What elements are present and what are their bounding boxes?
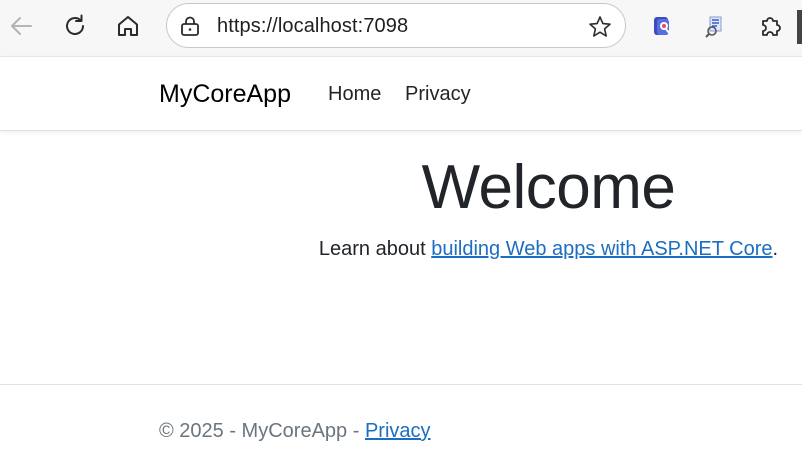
extension-icon xyxy=(654,17,671,35)
footer-copyright: © 2025 - MyCoreApp - xyxy=(159,420,365,442)
extension-icon xyxy=(705,16,722,38)
page-footer: © 2025 - MyCoreApp - Privacy xyxy=(0,384,802,452)
toolbar-overflow-edge xyxy=(797,10,802,44)
page-title: Welcome xyxy=(421,153,676,222)
home-icon xyxy=(118,16,138,36)
back-button[interactable] xyxy=(4,9,38,43)
learn-prefix: Learn about xyxy=(318,238,432,260)
nav-link-privacy[interactable]: Privacy xyxy=(405,83,471,106)
footer-text: © 2025 - MyCoreApp - Privacy xyxy=(159,420,431,443)
aspnet-docs-link[interactable]: building Web apps with ASP.NET Core xyxy=(431,238,772,260)
home-button[interactable] xyxy=(111,9,145,43)
learn-suffix: . xyxy=(772,238,779,260)
puzzle-icon xyxy=(762,17,781,36)
learn-paragraph: Learn about building Web apps with ASP.N… xyxy=(0,238,802,261)
extension-button[interactable] xyxy=(645,9,679,43)
address-bar[interactable]: https://localhost:7098 xyxy=(166,3,626,48)
reload-button[interactable] xyxy=(58,9,92,43)
url-text[interactable]: https://localhost:7098 xyxy=(217,15,408,38)
extension-button[interactable] xyxy=(698,9,732,43)
reload-icon xyxy=(66,14,84,35)
back-arrow-icon xyxy=(11,17,32,35)
footer-privacy-link[interactable]: Privacy xyxy=(365,420,431,442)
browser-toolbar: https://localhost:7098 xyxy=(0,0,802,56)
extensions-menu-button[interactable] xyxy=(754,9,788,43)
lock-icon[interactable] xyxy=(179,15,201,37)
brand-link[interactable]: MyCoreApp xyxy=(159,80,291,109)
star-icon[interactable] xyxy=(587,14,613,40)
nav-link-home[interactable]: Home xyxy=(328,83,381,106)
site-navbar: MyCoreApp Home Privacy xyxy=(0,56,802,131)
